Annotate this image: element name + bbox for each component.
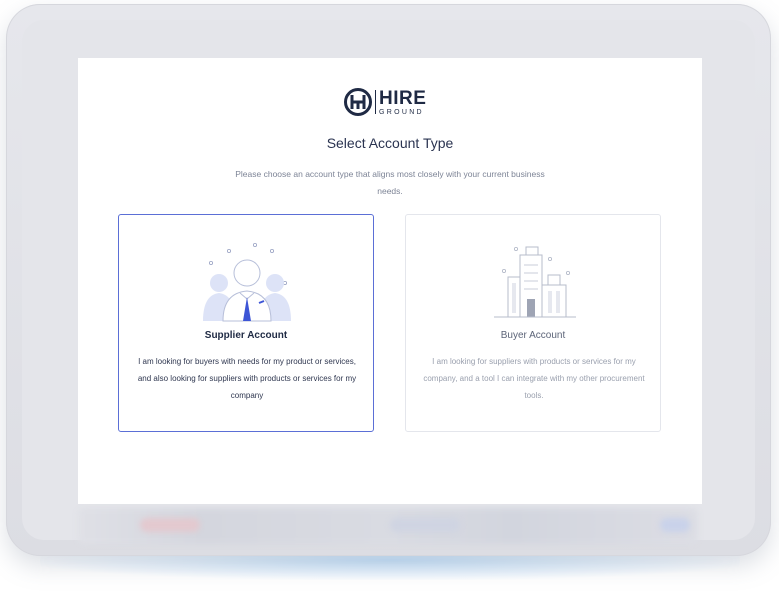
- blurred-taskbar-item: [660, 518, 690, 532]
- page-subtitle: Please choose an account type that align…: [235, 169, 545, 196]
- hire-ground-logo-icon: [344, 88, 372, 116]
- supplier-account-card[interactable]: Supplier Account I am looking for buyers…: [118, 214, 374, 432]
- logo-name: HIRE: [379, 87, 427, 109]
- buildings-icon: [494, 246, 576, 318]
- logo-wordmark: HIRE GROUND: [379, 89, 426, 116]
- blurred-taskbar-item: [140, 518, 200, 532]
- buyer-account-card[interactable]: Buyer Account I am looking for suppliers…: [405, 214, 661, 432]
- hire-ground-logo: HIRE GROUND: [343, 86, 439, 118]
- logo-tagline: GROUND: [379, 108, 424, 116]
- blurred-taskbar-item: [390, 518, 460, 532]
- page-title: Select Account Type: [326, 135, 454, 151]
- buyer-account-description: I am looking for suppliers with products…: [423, 357, 645, 400]
- supplier-account-description: I am looking for buyers with needs for m…: [137, 357, 357, 400]
- buyer-account-title: Buyer Account: [500, 330, 566, 341]
- supplier-account-title: Supplier Account: [204, 330, 288, 341]
- account-type-screen: HIRE GROUND Select Account Type Please c…: [78, 58, 702, 504]
- people-group-icon: [203, 243, 291, 322]
- logo-divider: [375, 90, 376, 114]
